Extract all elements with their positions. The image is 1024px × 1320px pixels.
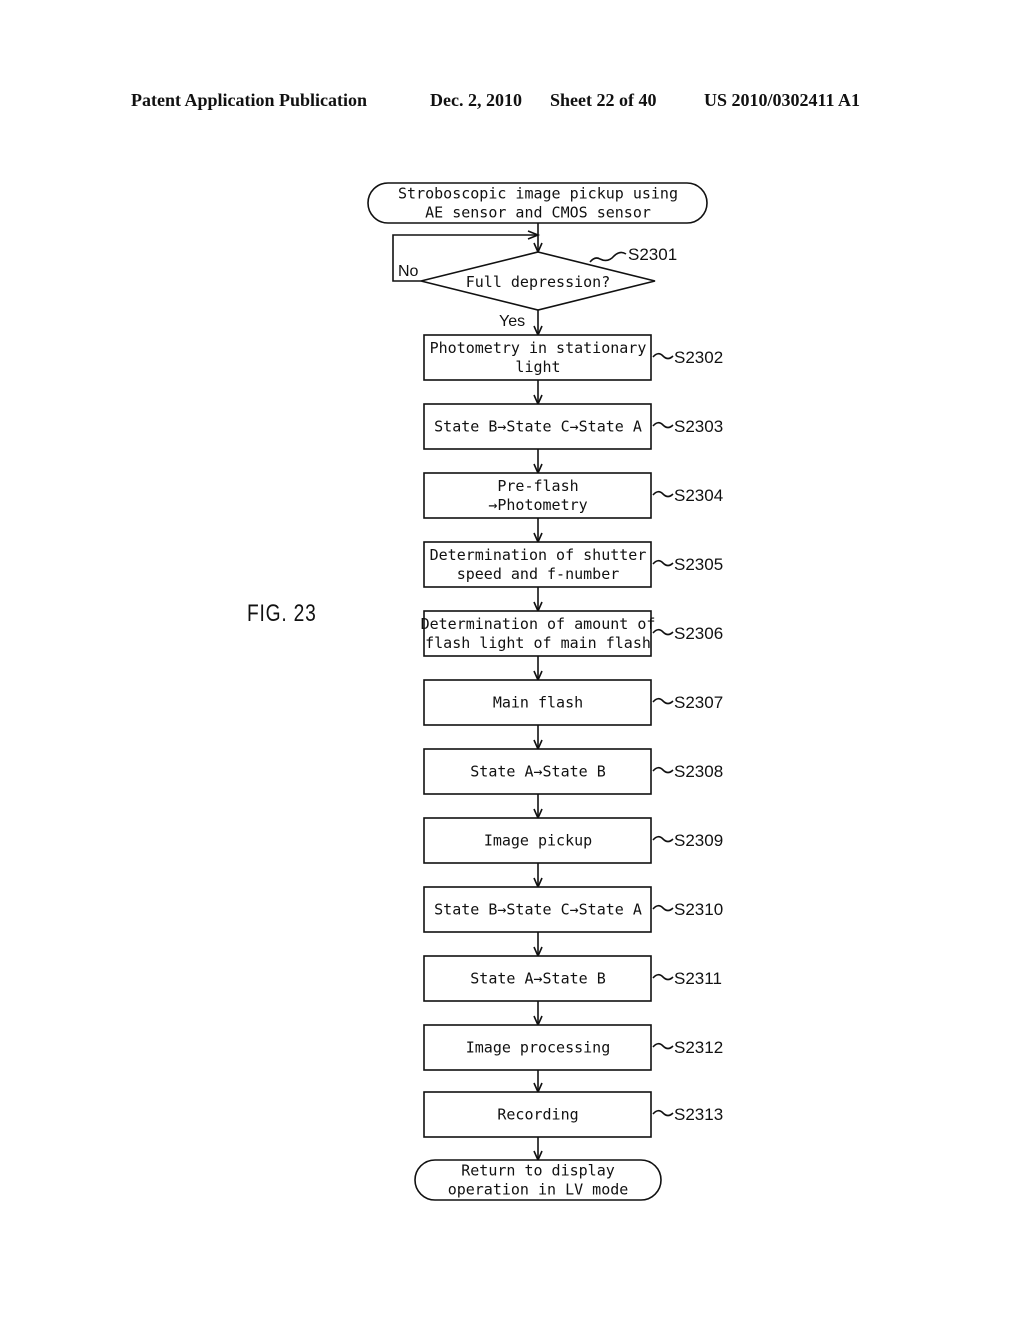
process-step-s2308: State A→State B [423,748,652,795]
step-label: S2306 [674,624,723,643]
process-text: State B→State C→State A [434,901,642,919]
step-label: S2313 [674,1105,723,1124]
step-label-leader [652,904,674,912]
step-label-leader [652,973,674,981]
step-label: S2312 [674,1038,723,1057]
step-label: S2311 [674,969,722,988]
process-text: Determination of amount of [421,615,656,633]
step-label: S2303 [674,417,723,436]
step-label: S2305 [674,555,723,574]
process-text: State A→State B [470,763,605,781]
process-text: Recording [497,1106,578,1124]
step-label: S2302 [674,348,723,367]
step-label-leader [652,697,674,705]
decision-node: Full depression? [420,251,656,311]
process-text: State A→State B [470,970,605,988]
step-label: S2310 [674,900,723,919]
start-terminal: Stroboscopic image pickup usingAE sensor… [367,182,708,224]
step-label-leader [652,490,674,498]
step-label-leader [652,559,674,567]
step-label: S2309 [674,831,723,850]
process-step-s2307: Main flash [423,679,652,726]
process-text: Photometry in stationary [430,339,647,357]
process-text: light [515,358,560,376]
end-terminal-text: Return to display [461,1162,615,1180]
step-label-leader [652,352,674,360]
process-step-s2312: Image processing [423,1024,652,1071]
step-label-leader [652,1109,674,1117]
flowchart: Stroboscopic image pickup usingAE sensor… [367,182,723,1201]
process-step-s2310: State B→State C→State A [423,886,652,933]
step-label-leader [589,251,627,263]
process-step-s2305: Determination of shutterspeed and f-numb… [423,541,652,588]
end-terminal-text: operation in LV mode [448,1181,629,1199]
step-label: S2308 [674,762,723,781]
process-text: →Photometry [488,496,587,514]
process-step-s2306: Determination of amount offlash light of… [421,610,656,657]
process-text: flash light of main flash [425,634,651,652]
process-step-s2313: Recording [423,1091,652,1138]
end-terminal: Return to displayoperation in LV mode [414,1159,662,1201]
process-text: Image pickup [484,832,592,850]
step-label-leader [652,835,674,843]
start-terminal-text: AE sensor and CMOS sensor [425,204,651,222]
process-text: State B→State C→State A [434,418,642,436]
step-label-leader [652,1042,674,1050]
process-text: Image processing [466,1039,611,1057]
step-label-leader [652,628,674,636]
process-text: Main flash [493,694,583,712]
no-label: No [398,263,419,280]
process-step-s2302: Photometry in stationarylight [423,334,652,381]
step-label-leader [652,766,674,774]
step-label: S2304 [674,486,723,505]
process-step-s2311: State A→State B [423,955,652,1002]
process-step-s2304: Pre-flash→Photometry [423,472,652,519]
process-step-s2303: State B→State C→State A [423,403,652,450]
process-text: Pre-flash [497,477,578,495]
yes-label: Yes [499,313,525,330]
decision-text: Full depression? [466,273,611,291]
step-label-leader [652,421,674,429]
process-text: speed and f-number [457,565,620,583]
process-step-s2309: Image pickup [423,817,652,864]
step-label: S2301 [628,245,677,264]
start-terminal-text: Stroboscopic image pickup using [398,185,678,203]
step-label: S2307 [674,693,723,712]
process-text: Determination of shutter [430,546,647,564]
